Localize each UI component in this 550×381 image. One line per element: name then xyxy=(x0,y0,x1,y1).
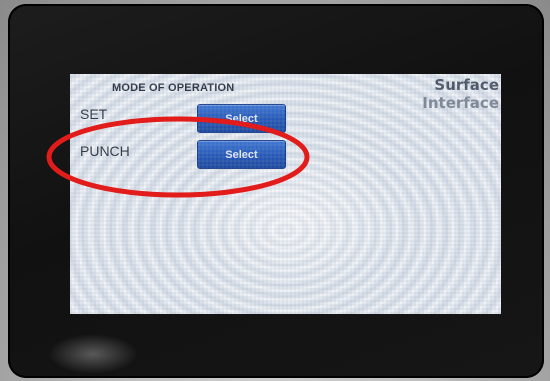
brand-logo: Surface Interface xyxy=(422,76,499,112)
mode-punch-label: PUNCH xyxy=(80,143,130,159)
mode-punch-select-button[interactable]: Select xyxy=(197,140,286,169)
mode-set-select-button[interactable]: Select xyxy=(197,104,286,133)
brand-line-2: Interface xyxy=(422,94,499,112)
touch-screen: MODE OF OPERATION Surface Interface SET … xyxy=(70,74,501,314)
mode-title: MODE OF OPERATION xyxy=(112,82,235,94)
brand-line-1: Surface xyxy=(434,76,499,94)
mode-set-label: SET xyxy=(80,106,108,122)
reflection-glare xyxy=(48,334,138,374)
